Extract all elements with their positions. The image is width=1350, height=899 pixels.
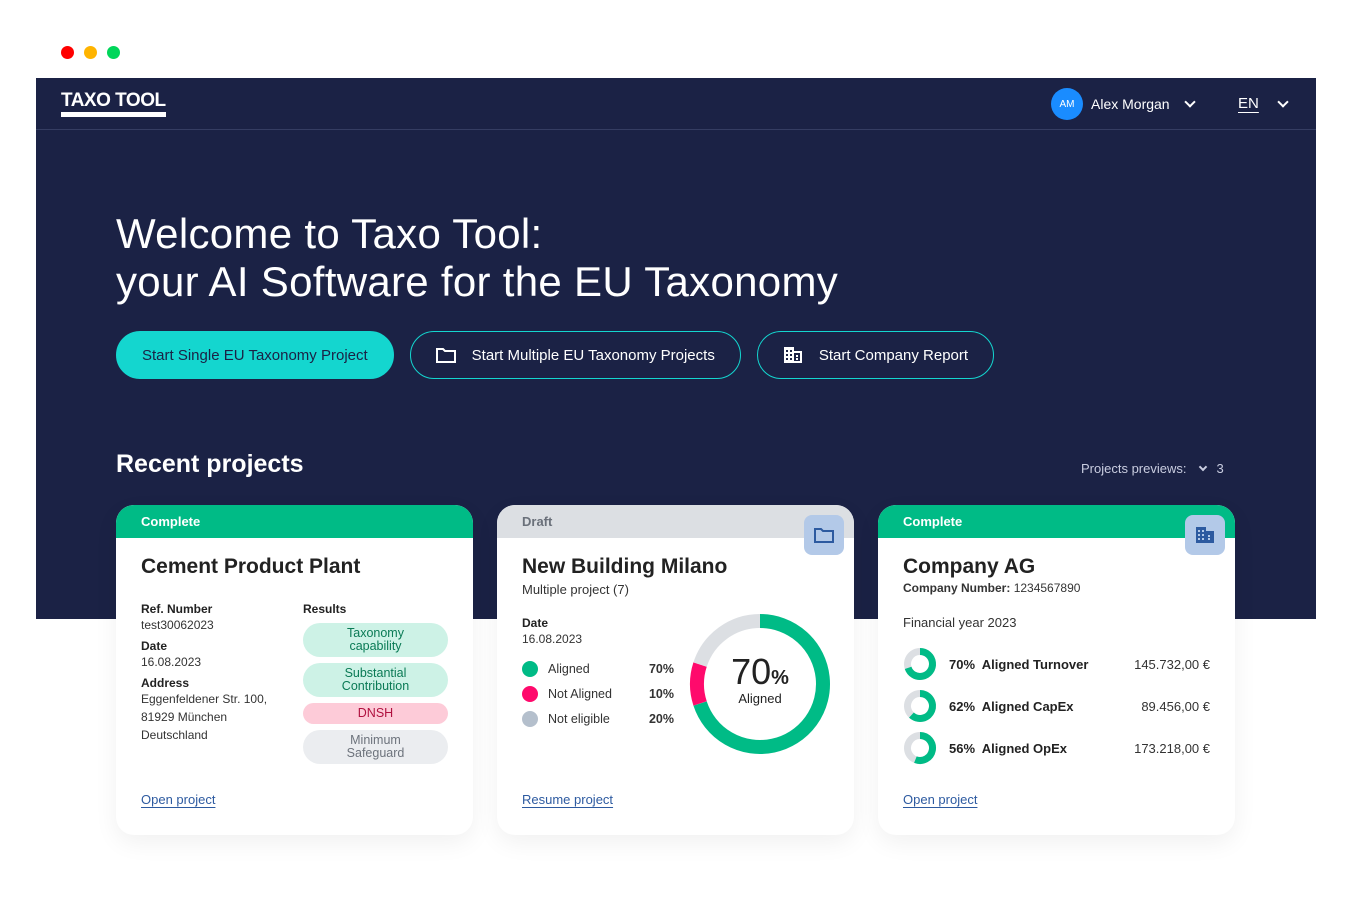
previews-label: Projects previews: <box>1081 461 1187 476</box>
legend-value: 20% <box>648 711 674 726</box>
date-label: Date <box>141 639 168 653</box>
project-title: New Building Milano <box>522 555 728 578</box>
legend-item: Aligned 70% <box>522 656 674 681</box>
address-label: Address <box>141 676 190 690</box>
avatar: AM <box>1051 88 1083 120</box>
status-badge: Complete <box>116 505 473 538</box>
project-card: Complete Cement Product Plant Ref. Numbe… <box>116 505 473 835</box>
metric-label: Aligned CapEx <box>981 698 1074 714</box>
legend-label: Aligned <box>548 661 590 676</box>
building-icon <box>1185 515 1225 555</box>
metric-percent: 62% <box>949 698 976 714</box>
ref-value: test30062023 <box>141 618 214 632</box>
company-title: Company AG <box>903 555 1036 578</box>
result-pill: Minimum Safeguard <box>303 730 448 764</box>
project-card: Draft New Building Milano Multiple proje… <box>497 505 854 835</box>
folder-icon <box>435 348 456 363</box>
donut-fill <box>914 732 936 764</box>
legend-label: Not Aligned <box>548 686 612 701</box>
chevron-down-icon <box>1277 95 1289 108</box>
company-number-label: Company Number: <box>903 581 1011 595</box>
resume-project-link[interactable]: Resume project <box>522 792 613 807</box>
start-single-project-button[interactable]: Start Single EU Taxonomy Project <box>116 331 394 379</box>
previews-value: 3 <box>1216 461 1224 476</box>
project-subtitle: Multiple project (7) <box>522 582 629 597</box>
donut-value: 70 <box>731 651 772 692</box>
metric-value: 173.218,00 € <box>1134 740 1210 756</box>
title-line-2: your AI Software for the EU Taxonomy <box>116 258 839 305</box>
chevron-down-icon <box>1183 96 1196 108</box>
metric-value: 145.732,00 € <box>1134 656 1210 672</box>
results-label: Results <box>303 602 347 616</box>
metric-donut <box>904 732 936 764</box>
recent-projects-heading: Recent projects <box>116 450 304 478</box>
metric-donut <box>904 648 936 680</box>
legend-item: Not eligible 20% <box>522 706 674 731</box>
button-label: Start Company Report <box>818 346 969 364</box>
metric-percent: 70% <box>949 656 976 672</box>
metric-row: 56% Aligned OpEx 173.218,00 € <box>903 731 1210 765</box>
metric-row: 70% Aligned Turnover 145.732,00 € <box>903 647 1210 681</box>
metric-label: Aligned OpEx <box>981 740 1068 756</box>
status-badge: Draft <box>497 505 854 538</box>
project-title: Cement Product Plant <box>141 555 361 578</box>
legend-value: 70% <box>648 661 674 676</box>
metric-row: 62% Aligned CapEx 89.456,00 € <box>903 689 1210 723</box>
title-line-1: Welcome to Taxo Tool: <box>116 210 543 257</box>
language-select[interactable]: EN <box>1238 95 1289 112</box>
address-line: Deutschland <box>141 728 208 742</box>
date-value: 16.08.2023 <box>141 655 202 669</box>
metric-value: 89.456,00 € <box>1141 698 1210 714</box>
legend-swatch <box>522 685 538 702</box>
project-card: Complete Company AG Company Number: 1234… <box>878 505 1235 835</box>
company-number: 1234567890 <box>1013 581 1081 595</box>
window-controls <box>61 46 120 59</box>
logo[interactable]: TAXO TOOL <box>61 91 166 117</box>
donut-unit: % <box>771 667 789 689</box>
status-badge: Complete <box>878 505 1235 538</box>
folder-icon <box>804 515 844 555</box>
legend-swatch <box>522 660 538 677</box>
top-bar: TAXO TOOL AM Alex Morgan EN <box>36 78 1316 130</box>
open-project-link[interactable]: Open project <box>141 792 215 807</box>
open-project-link[interactable]: Open project <box>903 792 977 807</box>
donut-label: Aligned <box>738 691 782 706</box>
user-name: Alex Morgan <box>1091 96 1170 112</box>
user-menu[interactable]: AM Alex Morgan <box>1051 88 1196 120</box>
result-pill: Substantial Contribution <box>303 663 448 697</box>
close-dot[interactable] <box>61 46 74 59</box>
language-value: EN <box>1238 95 1259 112</box>
metric-donut <box>904 690 936 722</box>
result-pill: DNSH <box>303 703 448 724</box>
page-title: Welcome to Taxo Tool: your AI Software f… <box>116 210 838 306</box>
legend-label: Not eligible <box>548 711 610 726</box>
chevron-down-icon <box>1199 462 1208 472</box>
financial-year: Financial year 2023 <box>903 615 1017 630</box>
date-value: 16.08.2023 <box>522 632 583 646</box>
address-line: 81929 München <box>141 710 228 724</box>
metric-percent: 56% <box>949 740 976 756</box>
start-company-report-button[interactable]: Start Company Report <box>756 331 995 379</box>
legend-swatch <box>522 710 538 727</box>
button-label: Start Multiple EU Taxonomy Projects <box>471 346 715 364</box>
legend-value: 10% <box>648 686 674 701</box>
legend-item: Not Aligned 10% <box>522 681 674 706</box>
date-label: Date <box>522 616 549 630</box>
metric-label: Aligned Turnover <box>981 656 1089 672</box>
projects-previews-select[interactable]: Projects previews: 3 <box>1081 461 1224 476</box>
start-multiple-projects-button[interactable]: Start Multiple EU Taxonomy Projects <box>409 331 741 379</box>
result-pill: Taxonomy capability <box>303 623 448 657</box>
building-icon <box>783 347 802 363</box>
address-line: Eggenfeldener Str. 100, <box>141 692 268 706</box>
button-label: Start Single EU Taxonomy Project <box>142 346 368 364</box>
ref-label: Ref. Number <box>141 602 213 616</box>
maximize-dot[interactable] <box>107 46 120 59</box>
minimize-dot[interactable] <box>84 46 97 59</box>
